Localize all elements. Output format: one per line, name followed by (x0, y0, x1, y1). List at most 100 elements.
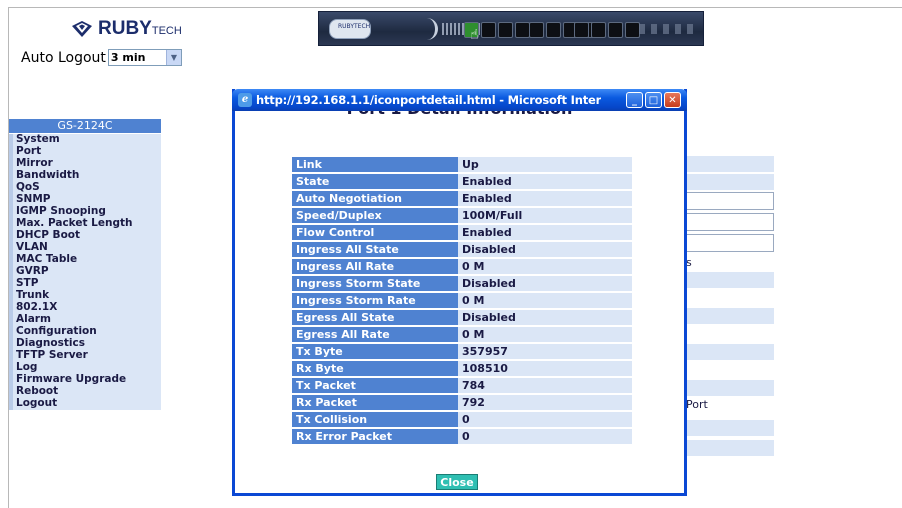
row-label: Ingress All State (292, 242, 458, 257)
sidebar-item-logout[interactable]: Logout (9, 398, 161, 410)
row-label: Link (292, 157, 458, 172)
sidebar-item-dhcp-boot[interactable]: DHCP Boot (9, 230, 161, 242)
sidebar-item-tftp-server[interactable]: TFTP Server (9, 350, 161, 362)
background-input[interactable] (686, 192, 774, 210)
row-label: Rx Byte (292, 361, 458, 376)
maximize-button[interactable]: □ (645, 92, 662, 108)
close-window-button[interactable]: ✕ (664, 92, 681, 108)
row-value: 0 (458, 412, 632, 427)
table-row: Ingress All State Disabled (292, 242, 632, 257)
sidebar-item-gvrp[interactable]: GVRP (9, 266, 161, 278)
table-row: Speed/Duplex 100M/Full (292, 208, 632, 223)
sidebar-item-port[interactable]: Port (9, 146, 161, 158)
sidebar-item-configuration[interactable]: Configuration (9, 326, 161, 338)
switch-port[interactable] (608, 22, 623, 38)
switch-port[interactable] (625, 22, 640, 38)
table-row: Link Up (292, 157, 632, 172)
port-group-3 (574, 22, 640, 38)
table-row: Flow Control Enabled (292, 225, 632, 240)
switch-port[interactable] (591, 22, 606, 38)
table-row: Auto Negotiation Enabled (292, 191, 632, 206)
popup-titlebar[interactable]: e http://192.168.1.1/iconportdetail.html… (232, 89, 687, 111)
row-label: Tx Packet (292, 378, 458, 393)
background-row (686, 156, 774, 172)
background-text-fragment: Port (686, 398, 708, 411)
switch-port[interactable] (515, 22, 530, 38)
sidebar-item-system[interactable]: System (9, 134, 161, 146)
row-value: 108510 (458, 361, 632, 376)
switch-port[interactable] (529, 22, 544, 38)
switch-port[interactable] (498, 22, 513, 38)
row-label: Ingress Storm Rate (292, 293, 458, 308)
hand-cursor-icon: ☝ (470, 27, 479, 43)
row-value: 784 (458, 378, 632, 393)
background-row (686, 308, 774, 324)
row-label: State (292, 174, 458, 189)
switch-port[interactable] (546, 22, 561, 38)
chevron-down-icon[interactable]: ▼ (165, 50, 181, 65)
background-row (686, 440, 774, 456)
table-row: Rx Error Packet 0 (292, 429, 632, 444)
background-input[interactable] (686, 213, 774, 231)
sidebar-item-bandwidth[interactable]: Bandwidth (9, 170, 161, 182)
row-value: 100M/Full (458, 208, 632, 223)
auto-logout-select[interactable]: 3 min ▼ (107, 49, 182, 66)
port-detail-popup-window: e http://192.168.1.1/iconportdetail.html… (232, 89, 687, 496)
row-value: 0 M (458, 327, 632, 342)
page-frame-top (8, 7, 902, 8)
row-label: Flow Control (292, 225, 458, 240)
sidebar-item-snmp[interactable]: SNMP (9, 194, 161, 206)
auto-logout-label: Auto Logout (21, 49, 106, 66)
sidebar-item-firmware-upgrade[interactable]: Firmware Upgrade (9, 374, 161, 386)
row-value: Up (458, 157, 632, 172)
table-row: State Enabled (292, 174, 632, 189)
switch-brand-badge: RUBYTECH (329, 19, 371, 39)
background-input[interactable] (686, 234, 774, 252)
switch-port[interactable] (481, 22, 496, 38)
minimize-button[interactable]: _ (626, 92, 643, 108)
close-button[interactable]: Close (436, 474, 478, 490)
table-row: Tx Collision 0 (292, 412, 632, 427)
internet-explorer-icon: e (238, 93, 252, 107)
sidebar-item-8021x[interactable]: 802.1X (9, 302, 161, 314)
sidebar-item-stp[interactable]: STP (9, 278, 161, 290)
row-label: Speed/Duplex (292, 208, 458, 223)
row-label: Ingress All Rate (292, 259, 458, 274)
port-detail-table: Link Up State Enabled Auto Negotiation Enab… (292, 155, 632, 446)
row-value: Disabled (458, 276, 632, 291)
sidebar-item-log[interactable]: Log (9, 362, 161, 374)
sidebar-item-igmp-snooping[interactable]: IGMP Snooping (9, 206, 161, 218)
switch-port[interactable] (574, 22, 589, 38)
table-row: Ingress Storm State Disabled (292, 276, 632, 291)
sidebar-item-diagnostics[interactable]: Diagnostics (9, 338, 161, 350)
row-label: Tx Collision (292, 412, 458, 427)
row-label: Egress All Rate (292, 327, 458, 342)
sidebar-item-max-packet-length[interactable]: Max. Packet Length (9, 218, 161, 230)
row-label: Rx Error Packet (292, 429, 458, 444)
switch-front-panel: RUBYTECH ☝ (318, 11, 704, 46)
switch-uplink-ports (639, 24, 695, 34)
sidebar-item-alarm[interactable]: Alarm (9, 314, 161, 326)
sidebar-item-mirror[interactable]: Mirror (9, 158, 161, 170)
row-value: Disabled (458, 310, 632, 325)
row-value: 792 (458, 395, 632, 410)
table-row: Tx Packet 784 (292, 378, 632, 393)
row-value: 0 M (458, 293, 632, 308)
row-value: 0 M (458, 259, 632, 274)
table-row: Rx Byte 108510 (292, 361, 632, 376)
background-row (686, 272, 774, 288)
row-label: Tx Byte (292, 344, 458, 359)
sidebar-item-qos[interactable]: QoS (9, 182, 161, 194)
sidebar-items: System Port Mirror Bandwidth QoS SNMP IG… (9, 134, 161, 410)
row-value: 357957 (458, 344, 632, 359)
sidebar-item-mac-table[interactable]: MAC Table (9, 254, 161, 266)
sidebar-item-reboot[interactable]: Reboot (9, 386, 161, 398)
sidebar-title: GS-2124C (9, 119, 161, 134)
sidebar-item-trunk[interactable]: Trunk (9, 290, 161, 302)
row-label: Egress All State (292, 310, 458, 325)
table-row: Tx Byte 357957 (292, 344, 632, 359)
row-label: Auto Negotiation (292, 191, 458, 206)
table-row: Ingress All Rate 0 M (292, 259, 632, 274)
row-label: Ingress Storm State (292, 276, 458, 291)
sidebar-item-vlan[interactable]: VLAN (9, 242, 161, 254)
